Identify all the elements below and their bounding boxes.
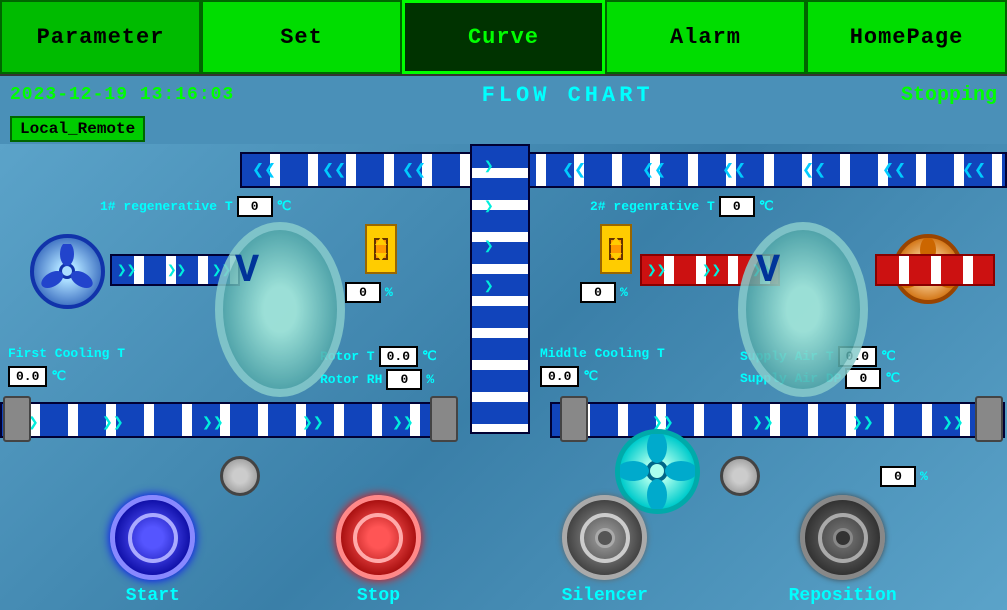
nav-alarm[interactable]: Alarm <box>605 0 806 74</box>
stop-label: Stop <box>357 586 400 606</box>
nav-homepage[interactable]: HomePage <box>806 0 1007 74</box>
datetime-display: 2023-12-19 13:16:03 <box>10 85 234 105</box>
regen1-value: 0 <box>237 196 273 217</box>
rotor-rh-value: 0 <box>386 369 422 390</box>
regen2-sensor: 2# regenrative T 0 ℃ <box>590 196 773 217</box>
start-button[interactable]: Start <box>110 495 195 606</box>
first-cooling-sensor: 0.0 ℃ <box>8 366 66 387</box>
reposition-circle[interactable] <box>800 495 885 580</box>
right-duct-after <box>875 254 995 286</box>
middle-cooling-sensor: 0.0 ℃ <box>540 366 598 387</box>
damper-mid-left[interactable] <box>430 396 458 442</box>
nav-curve[interactable]: Curve <box>402 0 605 74</box>
v-indicator-right: V <box>756 249 780 294</box>
silencer-label: Silencer <box>562 586 648 606</box>
first-cooling-label: First Cooling T <box>8 346 125 361</box>
flow-chart-area: ❮❮ ❮❮ ❮❮ ❮❮ ❮❮ ❮❮ ❮❮ ❮❮ ❮❮ ❮❮ 1# regener… <box>0 144 1007 610</box>
regen1-pct: 0 % <box>345 282 393 303</box>
middle-cooling-value: 0.0 <box>540 366 579 387</box>
valve-top-left[interactable] <box>365 224 397 274</box>
supply-air-dp-value: 0 <box>845 368 881 389</box>
start-circle[interactable] <box>110 495 195 580</box>
bottom-pct-value: 0 <box>880 466 916 487</box>
regen2-value: 0 <box>719 196 755 217</box>
flowchart-title: FLOW CHART <box>234 83 901 108</box>
navbar: Parameter Set Curve Alarm HomePage <box>0 0 1007 76</box>
lower-duct-right: ❯❯ ❯❯ ❯❯ ❯❯ ❯❯ <box>550 402 1005 438</box>
nav-set[interactable]: Set <box>201 0 402 74</box>
silencer-button[interactable]: Silencer <box>562 495 648 606</box>
status-bar: 2023-12-19 13:16:03 FLOW CHART Stopping <box>0 76 1007 114</box>
local-remote-badge[interactable]: Local_Remote <box>10 116 145 142</box>
rotor-t-value: 0.0 <box>379 346 418 367</box>
reposition-label: Reposition <box>789 586 897 606</box>
start-label: Start <box>126 586 180 606</box>
rotor-rh-sensor: Rotor RH 0 % <box>320 369 434 390</box>
damper-right[interactable] <box>975 396 1003 442</box>
top-duct: ❮❮ ❮❮ ❮❮ ❮❮ ❮❮ ❮❮ ❮❮ ❮❮ ❮❮ ❮❮ <box>240 152 1007 188</box>
regen2-pct: 0 % <box>580 282 628 303</box>
bottom-pct: 0 % <box>880 466 928 487</box>
damper-mid-right[interactable] <box>560 396 588 442</box>
stop-button[interactable]: Stop <box>336 495 421 606</box>
actuator-bottom-left[interactable] <box>220 456 260 496</box>
actuator-bottom-right[interactable] <box>720 456 760 496</box>
middle-cooling-label: Middle Cooling T <box>540 346 665 361</box>
reposition-button[interactable]: Reposition <box>789 495 897 606</box>
lower-duct-left: ❯❯ ❯❯ ❯❯ ❯❯ ❯❯ <box>0 402 455 438</box>
local-remote-bar: Local_Remote <box>0 114 1007 144</box>
first-cooling-value: 0.0 <box>8 366 47 387</box>
controls-area: Start Stop Silencer Repos <box>0 495 1007 606</box>
system-status: Stopping <box>901 84 997 107</box>
stop-circle[interactable] <box>336 495 421 580</box>
nav-parameter[interactable]: Parameter <box>0 0 201 74</box>
damper-left[interactable] <box>3 396 31 442</box>
regen1-pct-value: 0 <box>345 282 381 303</box>
regen2-pct-value: 0 <box>580 282 616 303</box>
center-duct-vertical: ❯ ❯ ❯ ❯ <box>470 144 530 434</box>
regen1-sensor: 1# regenerative T 0 ℃ <box>100 196 291 217</box>
silencer-circle[interactable] <box>562 495 647 580</box>
left-fan[interactable] <box>30 234 105 309</box>
valve-top-right[interactable] <box>600 224 632 274</box>
v-indicator-left: V <box>235 249 259 294</box>
